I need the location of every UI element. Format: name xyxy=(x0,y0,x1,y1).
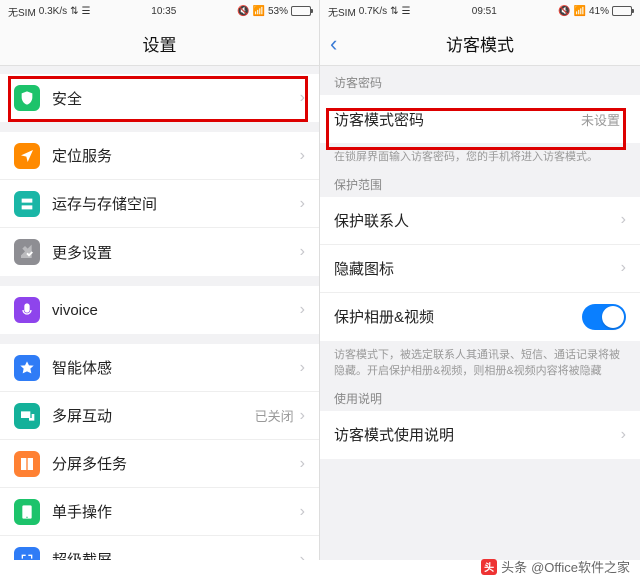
item-label: 超级截屏 xyxy=(52,549,300,560)
battery-pct: 41% xyxy=(589,6,609,17)
settings-item-vivoice[interactable]: vivoice› xyxy=(0,286,319,334)
voice-icon xyxy=(14,297,40,323)
item-label: 单手操作 xyxy=(52,501,300,522)
item-label: 多屏互动 xyxy=(52,405,255,426)
chevron-right-icon: › xyxy=(300,551,305,561)
wifi-icon: 📶 xyxy=(574,6,586,17)
chevron-right-icon: › xyxy=(621,259,626,277)
back-button[interactable]: ‹ xyxy=(330,22,337,66)
item-value: 已关闭 xyxy=(255,406,294,425)
section-label-password: 访客密码 xyxy=(320,66,640,95)
item-label: 隐藏图标 xyxy=(334,258,621,279)
settings-item-超级截屏[interactable]: 超级截屏› xyxy=(0,536,319,560)
settings-item-智能体感[interactable]: 智能体感› xyxy=(0,344,319,392)
battery-pct: 53% xyxy=(268,6,288,17)
protect-contacts-item[interactable]: 保护联系人 › xyxy=(320,197,640,245)
settings-list[interactable]: 安全› 定位服务›运存与存储空间›更多设置› vivoice› 智能体感›多屏互… xyxy=(0,66,319,560)
chevron-right-icon: › xyxy=(300,455,305,473)
sim-status: 无SIM xyxy=(328,4,356,19)
item-label: 定位服务 xyxy=(52,145,300,166)
settings-item-更多设置[interactable]: 更多设置› xyxy=(0,228,319,276)
clock: 09:51 xyxy=(472,6,497,17)
caption-author: @Office软件之家 xyxy=(531,557,630,576)
item-value: 未设置 xyxy=(581,110,620,129)
page-title: 设置 xyxy=(143,31,177,56)
wifi-icon: 📶 xyxy=(253,6,265,17)
chevron-right-icon: › xyxy=(300,503,305,521)
chevron-right-icon: › xyxy=(300,89,305,107)
clock: 10:35 xyxy=(151,6,176,17)
settings-item-安全[interactable]: 安全› xyxy=(0,74,319,122)
mute-icon: 🔇 xyxy=(558,6,570,17)
chevron-right-icon: › xyxy=(621,211,626,229)
wechat-icon: ☰ xyxy=(402,6,411,17)
settings-item-定位服务[interactable]: 定位服务› xyxy=(0,132,319,180)
item-label: 保护相册&视频 xyxy=(334,306,582,327)
item-label: 运存与存储空间 xyxy=(52,193,300,214)
caption-prefix: 头条 xyxy=(501,557,527,576)
item-label: 访客模式密码 xyxy=(334,109,581,130)
guest-usage-item[interactable]: 访客模式使用说明 › xyxy=(320,411,640,459)
storage-icon xyxy=(14,191,40,217)
wechat-icon: ☰ xyxy=(82,6,91,17)
chevron-right-icon: › xyxy=(300,195,305,213)
chevron-right-icon: › xyxy=(300,243,305,261)
toutiao-icon: 头 xyxy=(481,559,497,575)
more-icon xyxy=(14,239,40,265)
chevron-right-icon: › xyxy=(300,359,305,377)
sensor-icon xyxy=(14,355,40,381)
mute-icon: 🔇 xyxy=(237,6,249,17)
settings-item-单手操作[interactable]: 单手操作› xyxy=(0,488,319,536)
usb-icon: ⇅ xyxy=(390,6,398,17)
chevron-right-icon: › xyxy=(300,301,305,319)
net-speed: 0.7K/s xyxy=(359,6,387,17)
item-label: 访客模式使用说明 xyxy=(334,424,621,445)
screenshot-icon xyxy=(14,547,40,561)
item-label: 分屏多任务 xyxy=(52,453,300,474)
settings-item-分屏多任务[interactable]: 分屏多任务› xyxy=(0,440,319,488)
section-label-scope: 保护范围 xyxy=(320,172,640,197)
status-bar: 无SIM 0.3K/s ⇅ ☰ 10:35 🔇 📶 53% xyxy=(0,0,319,22)
toggle-on-icon[interactable] xyxy=(582,304,626,330)
settings-screen: 无SIM 0.3K/s ⇅ ☰ 10:35 🔇 📶 53% 设置 安全› 定位服… xyxy=(0,0,320,560)
sim-status: 无SIM xyxy=(8,4,36,19)
net-speed: 0.3K/s xyxy=(39,6,67,17)
item-label: 智能体感 xyxy=(52,357,300,378)
onehand-icon xyxy=(14,499,40,525)
shield-icon xyxy=(14,85,40,111)
item-label: 安全 xyxy=(52,88,300,109)
header: ‹ 访客模式 xyxy=(320,22,640,66)
item-label: 更多设置 xyxy=(52,242,300,263)
header: 设置 xyxy=(0,22,319,66)
settings-item-多屏互动[interactable]: 多屏互动已关闭 › xyxy=(0,392,319,440)
battery-icon xyxy=(612,6,632,16)
multiscreen-icon xyxy=(14,403,40,429)
item-label: vivoice xyxy=(52,302,300,319)
hide-icons-item[interactable]: 隐藏图标 › xyxy=(320,245,640,293)
location-icon xyxy=(14,143,40,169)
chevron-right-icon: › xyxy=(300,407,305,425)
guest-mode-content[interactable]: 访客密码 访客模式密码 未设置 在锁屏界面输入访客密码，您的手机将进入访客模式。… xyxy=(320,66,640,560)
chevron-right-icon: › xyxy=(621,426,626,444)
chevron-right-icon: › xyxy=(300,147,305,165)
protect-album-item[interactable]: 保护相册&视频 xyxy=(320,293,640,341)
guest-mode-screen: 无SIM 0.7K/s ⇅ ☰ 09:51 🔇 📶 41% ‹ 访客模式 访客密… xyxy=(320,0,640,560)
battery-icon xyxy=(291,6,311,16)
usb-icon: ⇅ xyxy=(70,6,78,17)
guest-password-item[interactable]: 访客模式密码 未设置 xyxy=(320,95,640,143)
section-label-usage: 使用说明 xyxy=(320,386,640,411)
item-label: 保护联系人 xyxy=(334,210,621,231)
page-title: 访客模式 xyxy=(446,31,514,56)
scope-hint: 访客模式下，被选定联系人其通讯录、短信、通话记录将被隐藏。开启保护相册&视频，则… xyxy=(320,341,640,386)
password-hint: 在锁屏界面输入访客密码，您的手机将进入访客模式。 xyxy=(320,143,640,172)
splitscreen-icon xyxy=(14,451,40,477)
settings-item-运存与存储空间[interactable]: 运存与存储空间› xyxy=(0,180,319,228)
caption: 头 头条 @Office软件之家 xyxy=(481,557,630,576)
status-bar: 无SIM 0.7K/s ⇅ ☰ 09:51 🔇 📶 41% xyxy=(320,0,640,22)
